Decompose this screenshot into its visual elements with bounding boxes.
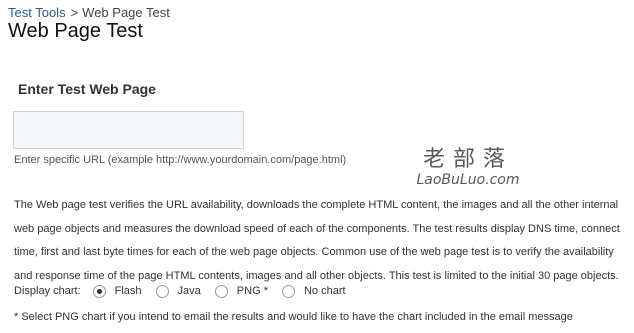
chart-option-label: No chart <box>303 285 346 297</box>
watermark-chinese: 老部落 <box>423 147 513 172</box>
test-description: The Web page test verifies the URL avail… <box>14 199 620 282</box>
chart-option-label: Java <box>177 285 201 297</box>
watermark-latin: LaoBuLuo.com <box>416 172 519 188</box>
chart-option-label: PNG * <box>236 285 268 297</box>
url-input[interactable] <box>13 111 244 149</box>
breadcrumb-current: Web Page Test <box>82 5 170 20</box>
radio-no-chart[interactable] <box>281 284 295 298</box>
chart-option-png[interactable]: PNG * <box>214 284 268 298</box>
display-chart-options: Display chart: Flash Java PNG * No chart <box>14 282 360 300</box>
breadcrumb-separator: > <box>70 5 79 20</box>
radio-flash[interactable] <box>92 284 106 298</box>
section-title: Enter Test Web Page <box>18 81 156 97</box>
display-chart-label: Display chart: <box>14 285 81 297</box>
radio-png[interactable] <box>214 284 228 298</box>
breadcrumb: Test Tools > Web Page Test <box>8 5 170 20</box>
breadcrumb-link-test-tools[interactable]: Test Tools <box>8 5 66 20</box>
url-hint: Enter specific URL (example http://www.y… <box>14 154 347 166</box>
chart-option-label: Flash <box>114 285 142 297</box>
chart-option-java[interactable]: Java <box>155 284 201 298</box>
radio-java[interactable] <box>155 284 169 298</box>
png-note: * Select PNG chart if you intend to emai… <box>14 311 573 323</box>
chart-option-flash[interactable]: Flash <box>92 284 142 298</box>
chart-option-no-chart[interactable]: No chart <box>281 284 346 298</box>
page-title: Web Page Test <box>8 20 143 42</box>
watermark-logo: 老部落 LaoBuLuo.com <box>408 142 528 188</box>
